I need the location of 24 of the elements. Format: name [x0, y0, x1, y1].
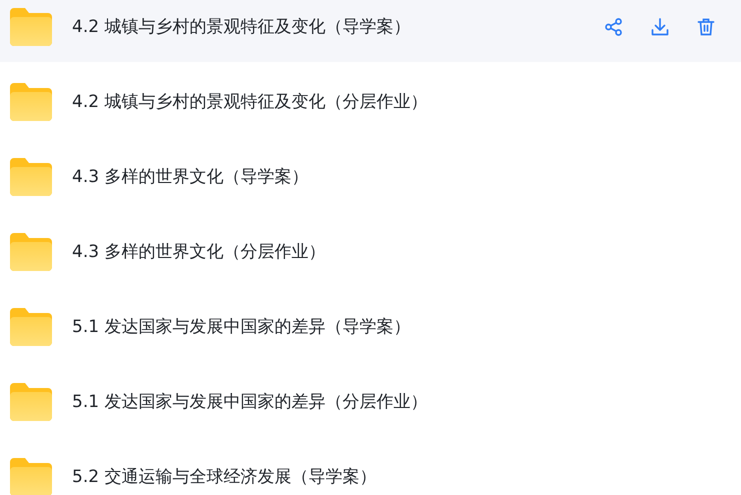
file-name: 4.3 多样的世界文化（导学案） — [72, 166, 308, 188]
delete-icon[interactable] — [696, 16, 716, 36]
file-name: 5.2 交通运输与全球经济发展（导学案） — [72, 466, 376, 488]
file-row[interactable]: 5.1 发达国家与发展中国家的差异（分层作业） — [0, 366, 741, 437]
file-name: 4.2 城镇与乡村的景观特征及变化（分层作业） — [72, 91, 428, 113]
file-row[interactable]: 4.2 城镇与乡村的景观特征及变化（导学案） — [0, 0, 741, 62]
file-row[interactable]: 4.2 城镇与乡村的景观特征及变化（分层作业） — [0, 66, 741, 137]
file-row[interactable]: 4.3 多样的世界文化（分层作业） — [0, 216, 741, 287]
folder-icon — [10, 158, 52, 196]
file-row[interactable]: 4.3 多样的世界文化（导学案） — [0, 141, 741, 212]
folder-icon — [10, 382, 52, 420]
file-row[interactable]: 5.2 交通运输与全球经济发展（导学案） — [0, 441, 741, 495]
download-icon[interactable] — [650, 16, 670, 36]
file-name: 4.3 多样的世界文化（分层作业） — [72, 241, 326, 263]
folder-icon — [10, 232, 52, 270]
folder-icon — [10, 82, 52, 120]
file-name: 4.2 城镇与乡村的景观特征及变化（导学案） — [72, 16, 410, 38]
folder-icon — [10, 8, 52, 46]
file-name: 5.1 发达国家与发展中国家的差异（导学案） — [72, 316, 410, 338]
folder-icon — [10, 308, 52, 346]
share-icon[interactable] — [604, 16, 624, 36]
folder-icon — [10, 458, 52, 495]
file-name: 5.1 发达国家与发展中国家的差异（分层作业） — [72, 391, 428, 413]
file-row[interactable]: 5.1 发达国家与发展中国家的差异（导学案） — [0, 291, 741, 362]
